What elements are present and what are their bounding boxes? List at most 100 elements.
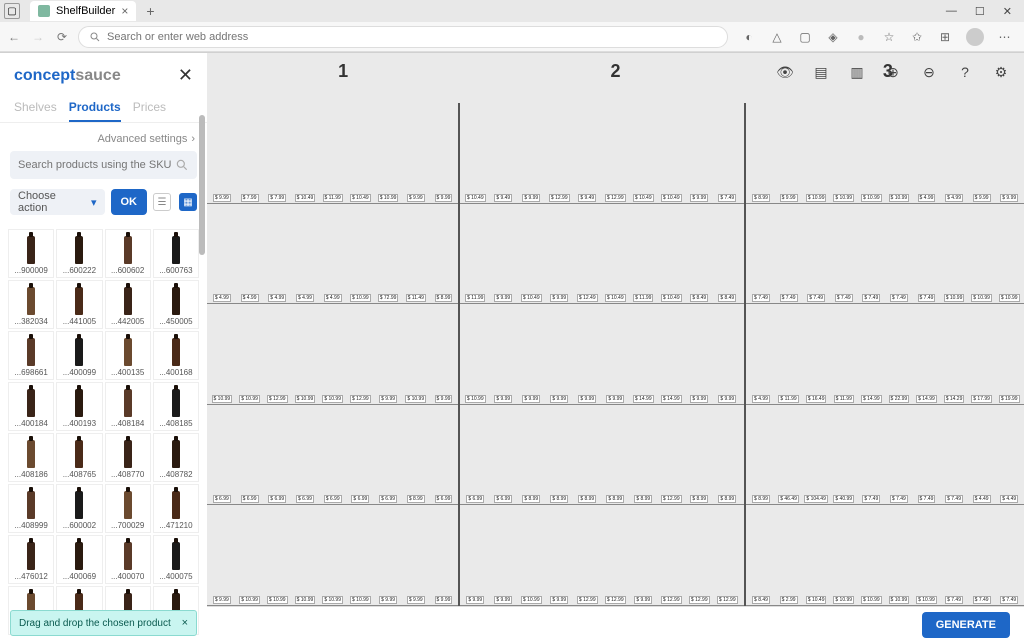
shelf-item[interactable]: $ 9.99 — [968, 193, 996, 203]
settings-gear-icon[interactable]: ⚙ — [988, 59, 1014, 85]
shelf-item[interactable]: $ 8.99 — [573, 494, 601, 504]
sidebar-scrollbar[interactable] — [199, 105, 205, 641]
product-card[interactable]: ...441005 — [56, 280, 102, 329]
product-card[interactable]: ...700029 — [105, 484, 151, 533]
tracking-icon[interactable]: ◐ — [742, 30, 756, 44]
product-card[interactable]: ...408185 — [153, 382, 199, 431]
shelf-item[interactable]: $ 9.99 — [685, 394, 713, 404]
shelf-item[interactable]: $ 7.49 — [858, 293, 886, 303]
shelf-item[interactable]: $ 8.49 — [747, 595, 775, 605]
shelf-item[interactable]: $ 7.99 — [263, 193, 291, 203]
product-card[interactable]: ...408770 — [105, 433, 151, 482]
shelf-item[interactable]: $ 9.99 — [685, 193, 713, 203]
shelf-item[interactable]: $ 4.99 — [291, 293, 319, 303]
zoom-out-icon[interactable]: ⊖ — [916, 59, 942, 85]
shelf-item[interactable]: $ 11.99 — [461, 293, 489, 303]
tab-shelves[interactable]: Shelves — [14, 100, 57, 122]
shelf-item[interactable]: $ 9.99 — [545, 394, 573, 404]
shelf-item[interactable]: $ 7.49 — [713, 193, 741, 203]
shelf-item[interactable]: $ 7.49 — [830, 293, 858, 303]
grid-view-icon[interactable]: ▦ — [179, 193, 197, 211]
tab-products[interactable]: Products — [69, 100, 121, 122]
shelf-item[interactable]: $ 2.99 — [775, 595, 803, 605]
shelf-item[interactable]: $ 7.49 — [885, 494, 913, 504]
shelf-item[interactable]: $ 10.99 — [995, 293, 1023, 303]
shelf-item[interactable]: $ 8.99 — [713, 494, 741, 504]
product-card[interactable]: ...476012 — [8, 535, 54, 584]
product-card[interactable]: ...450005 — [153, 280, 199, 329]
shelf-item[interactable]: $ 19.99 — [995, 394, 1023, 404]
shelf-item[interactable]: $ 14.99 — [629, 394, 657, 404]
forward-icon[interactable]: → — [30, 29, 46, 45]
shelf-item[interactable]: $ 12.99 — [601, 193, 629, 203]
shelf-item[interactable]: $ 12.49 — [573, 293, 601, 303]
shelf-item[interactable]: $ 10.99 — [968, 293, 996, 303]
product-card[interactable]: ...400075 — [153, 535, 199, 584]
shelf-item[interactable]: $ 4.49 — [968, 494, 996, 504]
shelf-item[interactable]: $ 9.99 — [775, 193, 803, 203]
shelf-item[interactable]: $ 6.99 — [319, 494, 347, 504]
shelf-item[interactable]: $ 9.99 — [517, 193, 545, 203]
performance-icon[interactable]: ☆ — [882, 30, 896, 44]
close-window-icon[interactable]: ✕ — [1003, 5, 1012, 18]
shelf-item[interactable]: $ 9.99 — [374, 394, 402, 404]
shelf-item[interactable]: $ 10.49 — [601, 293, 629, 303]
shelf-item[interactable]: $ 12.99 — [685, 595, 713, 605]
shelf-item[interactable]: $ 11.99 — [629, 293, 657, 303]
shelf-item[interactable]: $ 12.99 — [347, 394, 375, 404]
product-card[interactable]: ...400070 — [105, 535, 151, 584]
shelf-item[interactable]: $ 6.99 — [430, 494, 458, 504]
shelf-item[interactable]: $ 10.49 — [657, 293, 685, 303]
shelf-item[interactable]: $ 7.49 — [913, 494, 941, 504]
tab-list-icon[interactable]: ▢ — [4, 3, 20, 19]
shelf-item[interactable]: $ 10.99 — [885, 193, 913, 203]
shelf-item[interactable]: $ 8.99 — [430, 293, 458, 303]
shelf-item[interactable]: $ 9.99 — [995, 193, 1023, 203]
browser-tab[interactable]: ShelfBuilder × — [30, 1, 136, 21]
product-card[interactable]: ...408765 — [56, 433, 102, 482]
shelf-item[interactable]: $ 4.49 — [995, 494, 1023, 504]
shelf-item[interactable]: $ 10.99 — [802, 193, 830, 203]
product-card[interactable]: ...900009 — [8, 229, 54, 278]
shelf-item[interactable]: $ 9.99 — [374, 595, 402, 605]
product-card[interactable]: ...600763 — [153, 229, 199, 278]
shelf-item[interactable]: $ 7.49 — [913, 293, 941, 303]
product-card[interactable]: ...400168 — [153, 331, 199, 380]
shelf-item[interactable]: $ 9.99 — [489, 394, 517, 404]
shelf-item[interactable]: $ 7.49 — [858, 494, 886, 504]
shelf-item[interactable]: $ 14.99 — [913, 394, 941, 404]
shelf-item[interactable]: $ 10.49 — [461, 193, 489, 203]
maximize-icon[interactable]: ☐ — [975, 5, 985, 18]
shelf-item[interactable]: $ 9.99 — [430, 394, 458, 404]
shelf-item[interactable]: $ 7.49 — [940, 494, 968, 504]
shelf-item[interactable]: $ 7.49 — [968, 595, 996, 605]
advanced-settings-link[interactable]: Advanced settings › — [0, 123, 207, 151]
shelf-item[interactable]: $ 9.99 — [573, 394, 601, 404]
shelf-item[interactable]: $ 22.99 — [885, 394, 913, 404]
shelf-item[interactable]: $ 14.99 — [657, 394, 685, 404]
help-icon[interactable]: ? — [952, 59, 978, 85]
shelf-item[interactable]: $ 10.99 — [858, 193, 886, 203]
product-card[interactable]: ...408184 — [105, 382, 151, 431]
product-card[interactable]: ...600602 — [105, 229, 151, 278]
shelf-item[interactable]: $ 9.99 — [430, 595, 458, 605]
product-card[interactable]: ...471210 — [153, 484, 199, 533]
product-search-input[interactable] — [18, 159, 175, 171]
shelf-item[interactable]: $ 9.99 — [208, 193, 236, 203]
shelf-item[interactable]: $ 9.99 — [629, 595, 657, 605]
product-card[interactable]: ...400069 — [56, 535, 102, 584]
shelf-item[interactable]: $ 10.49 — [657, 193, 685, 203]
more-icon[interactable]: ⋯ — [998, 30, 1012, 44]
favorites-icon[interactable]: ✩ — [910, 30, 924, 44]
hint-close-icon[interactable]: × — [182, 617, 188, 629]
product-card[interactable]: ...400099 — [56, 331, 102, 380]
shelf-item[interactable]: $ 10.99 — [830, 193, 858, 203]
product-card[interactable]: ...600222 — [56, 229, 102, 278]
shelf-item[interactable]: $ 6.99 — [291, 494, 319, 504]
shelf-icon[interactable]: ▤ — [808, 59, 834, 85]
shelf-item[interactable]: $ 4.99 — [208, 293, 236, 303]
shelf-item[interactable]: $ 9.99 — [713, 394, 741, 404]
address-input[interactable] — [107, 31, 717, 43]
shelf-item[interactable]: $ 14.99 — [858, 394, 886, 404]
collections-icon[interactable]: ⊞ — [938, 30, 952, 44]
